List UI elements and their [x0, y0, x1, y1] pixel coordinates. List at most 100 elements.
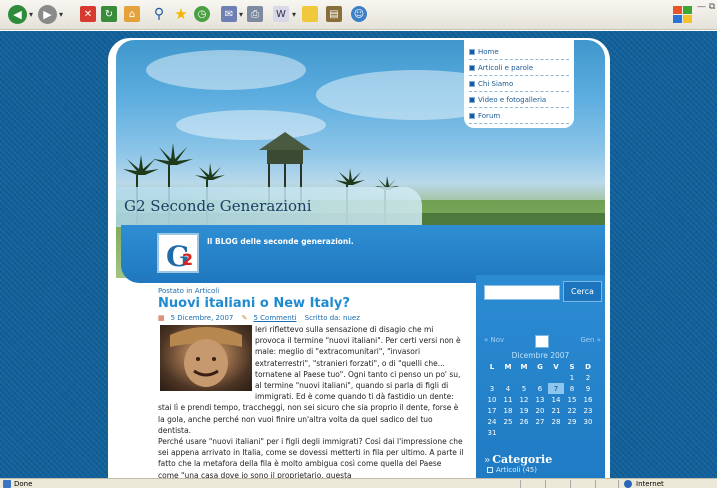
calendar-day[interactable]: 7 [548, 383, 564, 394]
calendar-week: 31 [484, 427, 596, 438]
refresh-icon[interactable]: ↻ [101, 6, 117, 22]
calendar-day[interactable]: 9 [580, 383, 596, 394]
back-dropdown-icon[interactable]: ▾ [29, 10, 33, 19]
nav-item-forum[interactable]: Forum [469, 108, 569, 124]
calendar-day[interactable]: 31 [484, 427, 500, 438]
post-title[interactable]: Nuovi italiani o New Italy? [158, 296, 350, 311]
calendar-day[interactable]: 19 [516, 405, 532, 416]
window-controls[interactable]: — ⧉ [697, 2, 715, 12]
messenger-icon[interactable]: ☺ [351, 6, 367, 22]
page-icon [3, 480, 11, 488]
calendar-empty-cell [500, 427, 516, 438]
weekday: G [537, 362, 543, 371]
weekday: M [520, 362, 528, 371]
calendar-month: Dicembre 2007 [511, 351, 570, 360]
post-comments-link[interactable]: 5 Commenti [253, 314, 296, 322]
nav-item-home[interactable]: Home [469, 44, 569, 60]
chevron-right-icon: » [484, 455, 491, 466]
site-title[interactable]: G2 Seconde Generazioni [124, 197, 312, 215]
calendar-day[interactable]: 22 [564, 405, 580, 416]
mail-icon[interactable]: ✉ [221, 6, 237, 22]
calendar-day[interactable]: 12 [516, 394, 532, 405]
browser-toolbar: ◀ ▾ ▶ ▾ ✕ ↻ ⌂ ⚲ ★ ◷ ✉ ▾ ⎙ W ▾ ▤ ☺ — ⧉ [0, 0, 717, 30]
calendar-day[interactable]: 28 [548, 416, 564, 427]
calendar-day[interactable]: 1 [564, 372, 580, 383]
calendar-empty-cell [564, 427, 580, 438]
calendar-day[interactable]: 21 [548, 405, 564, 416]
calendar-day[interactable]: 15 [564, 394, 580, 405]
comments-icon: ✎ [241, 314, 248, 322]
calendar-day[interactable]: 23 [580, 405, 596, 416]
categories-heading: » Categorie [484, 453, 553, 466]
edit-icon[interactable]: W [273, 6, 289, 22]
calendar-day[interactable]: 27 [532, 416, 548, 427]
edit-dropdown-icon[interactable]: ▾ [292, 10, 296, 19]
calendar-icon: ▦ [158, 314, 165, 322]
print-icon[interactable]: ⎙ [247, 6, 263, 22]
mail-dropdown-icon[interactable]: ▾ [239, 10, 243, 19]
calendar-day[interactable]: 2 [580, 372, 596, 383]
post-paragraph: Perché usare "nuovi italiani" per i figl… [158, 437, 464, 478]
calendar-day[interactable]: 26 [516, 416, 532, 427]
sidebar: Cerca « Nov Gen » Dicembre 2007 L M M G … [476, 275, 605, 478]
site-logo[interactable]: G 2 [157, 233, 199, 273]
bullet-icon [469, 112, 475, 119]
calendar-day[interactable]: 10 [484, 394, 500, 405]
logo-number: 2 [181, 250, 193, 269]
calendar-week: 10 11 12 13 14 15 16 [484, 394, 596, 405]
calendar-day[interactable]: 5 [516, 383, 532, 394]
nav-item-chi-siamo[interactable]: Chi Siamo [469, 76, 569, 92]
calendar-day[interactable]: 13 [532, 394, 548, 405]
calendar-prev-link[interactable]: « Nov [484, 336, 504, 344]
research-icon[interactable]: ▤ [326, 6, 342, 22]
checkbox-icon [487, 467, 493, 473]
calendar-nav: « Nov Gen » [484, 335, 601, 349]
calendar-day[interactable]: 16 [580, 394, 596, 405]
calendar-empty-cell [532, 427, 548, 438]
category-item[interactable]: Articoli (45) [487, 466, 537, 474]
calendar-week: 24 25 26 27 28 29 30 [484, 416, 596, 427]
search-input[interactable] [484, 285, 560, 300]
calendar-next-link[interactable]: Gen » [580, 336, 601, 344]
weekday: M [504, 362, 512, 371]
calendar-day[interactable]: 25 [500, 416, 516, 427]
calendar-day[interactable]: 3 [484, 383, 500, 394]
back-icon[interactable]: ◀ [8, 5, 27, 24]
nav-item-video[interactable]: Video e fotogalleria [469, 92, 569, 108]
stop-icon[interactable]: ✕ [80, 6, 96, 22]
forward-dropdown-icon[interactable]: ▾ [59, 10, 63, 19]
forward-icon[interactable]: ▶ [38, 5, 57, 24]
calendar-empty-cell [548, 372, 564, 383]
calendar-empty-cell [516, 372, 532, 383]
search-button[interactable]: Cerca [563, 281, 602, 302]
post-body: Ieri riflettevo sulla sensazione di disa… [158, 324, 464, 478]
calendar-day[interactable]: 24 [484, 416, 500, 427]
calendar-day[interactable]: 6 [532, 383, 548, 394]
calendar-week: 3456789 [484, 383, 596, 394]
calendar-empty-cell [532, 372, 548, 383]
calendar-day[interactable]: 18 [500, 405, 516, 416]
calendar-day[interactable]: 4 [500, 383, 516, 394]
site-tagline: Il BLOG delle seconde generazioni. [207, 237, 354, 246]
home-icon[interactable]: ⌂ [124, 6, 140, 22]
zone-text: Internet [636, 480, 664, 488]
calendar-day[interactable]: 11 [500, 394, 516, 405]
calendar-empty-cell [548, 427, 564, 438]
weekday: D [585, 362, 591, 371]
post-meta: ▦ 5 Dicembre, 2007 ✎ 5 Commenti Scritto da… [158, 314, 366, 322]
folder-icon[interactable] [302, 6, 318, 22]
nav-item-articoli[interactable]: Articoli e parole [469, 60, 569, 76]
favorites-icon[interactable]: ★ [173, 5, 189, 23]
search-icon[interactable]: ⚲ [151, 6, 167, 22]
bullet-icon [469, 96, 475, 103]
calendar-day[interactable]: 30 [580, 416, 596, 427]
calendar-day[interactable]: 8 [564, 383, 580, 394]
calendar-day[interactable]: 29 [564, 416, 580, 427]
post-category[interactable]: Postato in Articoli [158, 287, 219, 295]
calendar-week: 17 18 19 20 21 22 23 [484, 405, 596, 416]
calendar-day[interactable]: 20 [532, 405, 548, 416]
calendar-day[interactable]: 14 [548, 394, 564, 405]
calendar-day[interactable]: 17 [484, 405, 500, 416]
calendar-icon[interactable] [535, 335, 549, 348]
history-icon[interactable]: ◷ [194, 6, 210, 22]
